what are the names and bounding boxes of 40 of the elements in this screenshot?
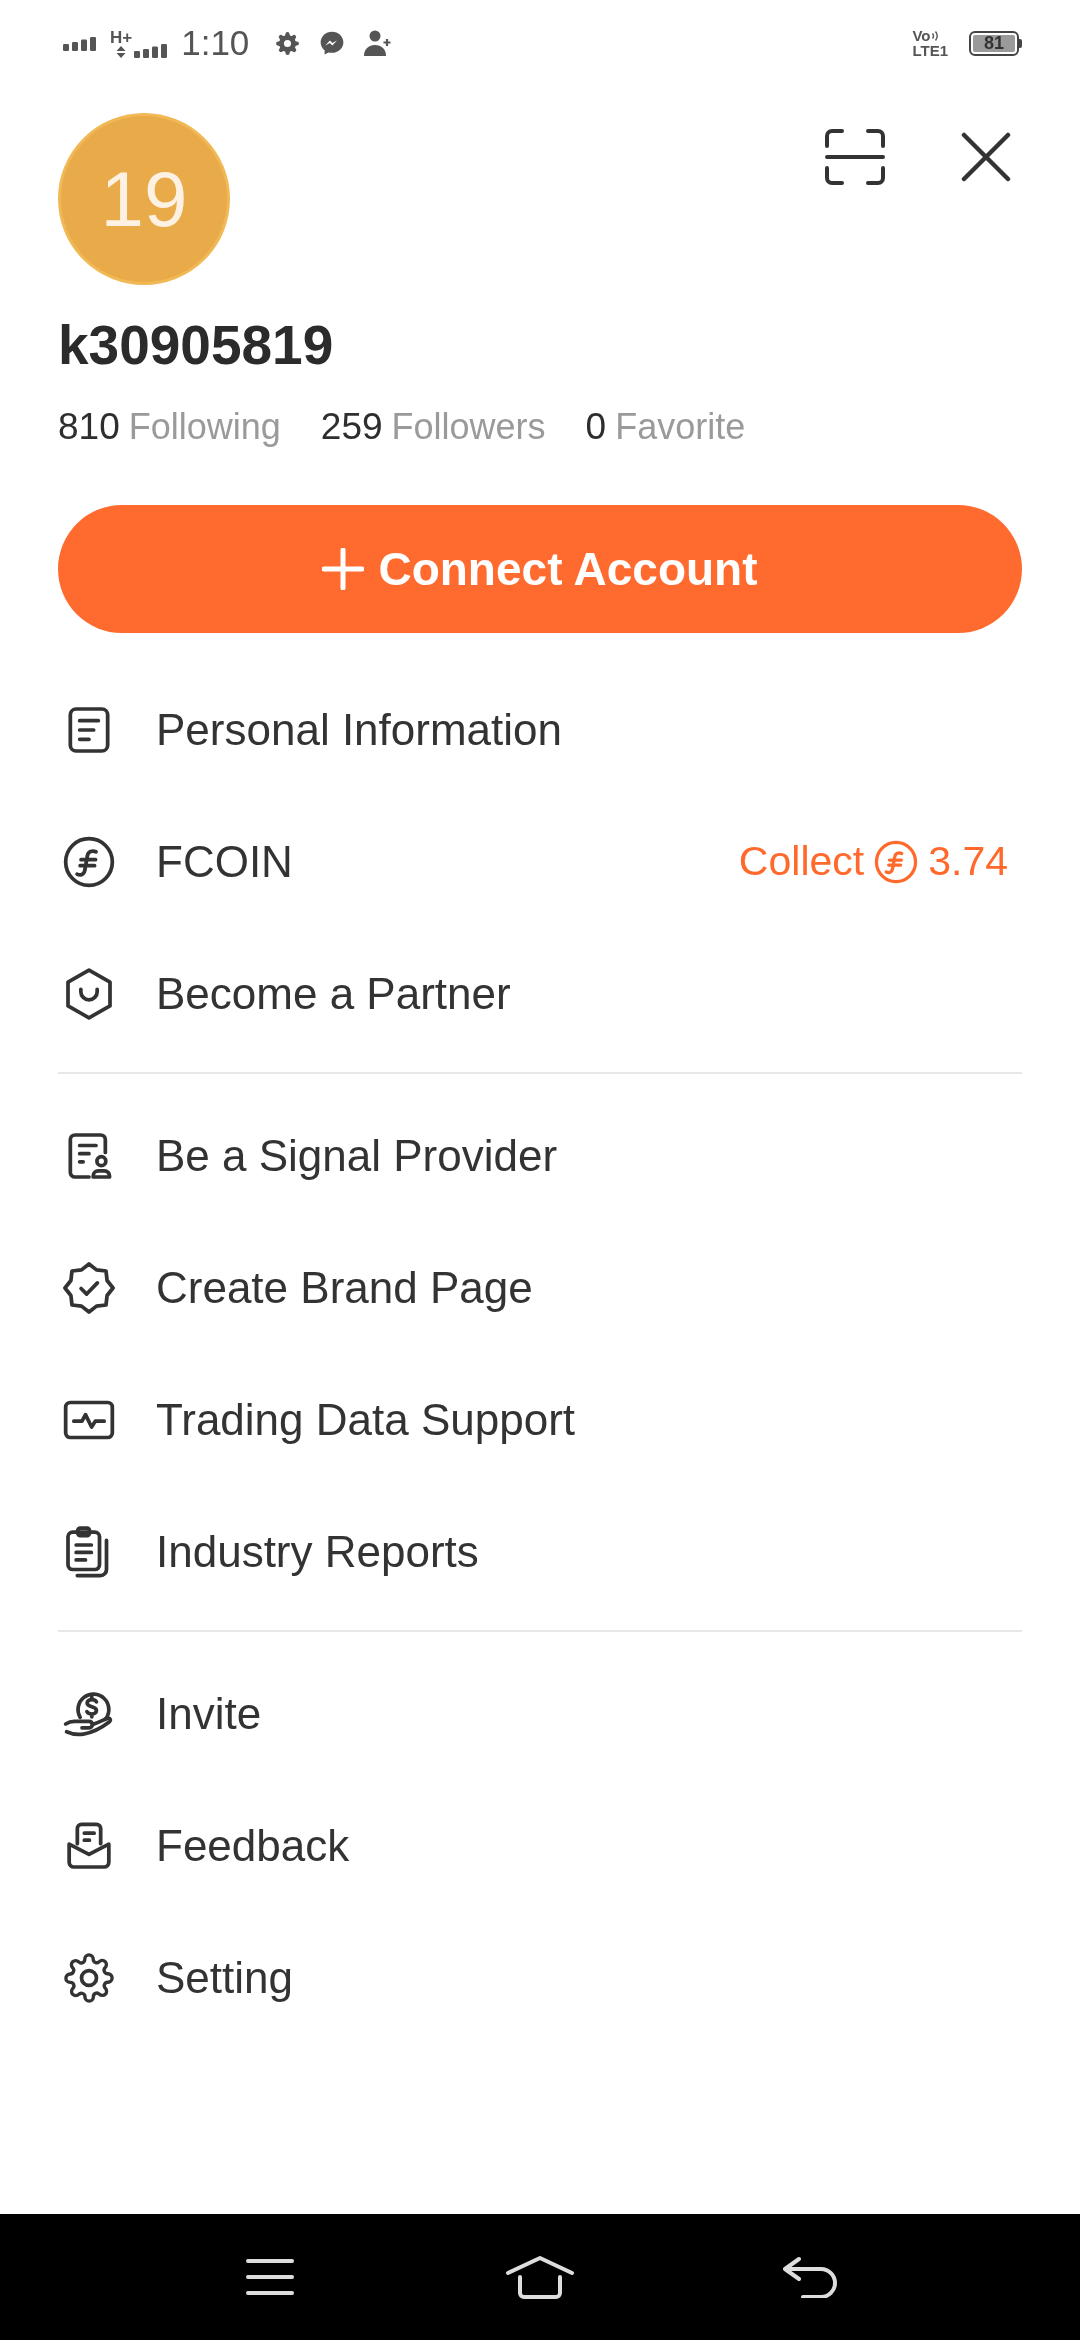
plus-icon — [322, 548, 365, 590]
wave-icon — [930, 29, 939, 42]
menu-item[interactable]: FCOIN — [58, 834, 293, 890]
menu-item[interactable]: Become a Partner — [58, 966, 511, 1022]
status-time: 1:10 — [181, 23, 250, 63]
signal-icon — [63, 35, 97, 51]
lte-label: LTE1 — [912, 43, 948, 58]
username: k30905819 — [58, 313, 335, 378]
menu-item[interactable]: Setting — [58, 1950, 293, 2006]
back-icon[interactable] — [781, 2256, 839, 2298]
coin-icon — [873, 839, 920, 885]
menu-item[interactable]: Industry Reports — [58, 1524, 479, 1580]
battery-indicator: 81 — [969, 30, 1022, 56]
home-icon[interactable] — [505, 2255, 575, 2299]
volte-label: Vo — [912, 28, 931, 43]
stat-label: Favorite — [615, 405, 746, 449]
badge-check-icon — [61, 1260, 117, 1316]
stat-count: 0 — [585, 405, 607, 449]
avatar: 19 — [58, 113, 230, 285]
scan-icon[interactable] — [825, 129, 885, 185]
close-icon[interactable] — [961, 132, 1011, 182]
stat-count: 259 — [320, 405, 383, 449]
menu-item[interactable]: Invite — [58, 1686, 262, 1742]
menu-item[interactable]: Be a Signal Provider — [58, 1128, 558, 1184]
menu-item[interactable]: Personal Information — [58, 702, 562, 758]
person-add-icon — [363, 29, 394, 57]
menu-item[interactable]: Create Brand Page — [58, 1260, 533, 1316]
coin-icon — [61, 834, 117, 890]
stat-label: Following — [128, 405, 281, 449]
stat-count: 810 — [58, 405, 120, 449]
menu-icon[interactable] — [245, 2258, 295, 2296]
settings-icon — [61, 1950, 117, 2006]
menu-item[interactable]: Trading Data Support — [58, 1392, 576, 1448]
gear-icon — [275, 30, 301, 56]
signal-icon — [134, 41, 169, 58]
network-type-label: H+ — [110, 28, 133, 46]
stat-label: Followers — [391, 405, 546, 449]
data-arrows-icon — [116, 45, 127, 58]
menu-item[interactable]: Feedback — [58, 1818, 350, 1874]
chat-bubble-icon — [319, 30, 346, 56]
